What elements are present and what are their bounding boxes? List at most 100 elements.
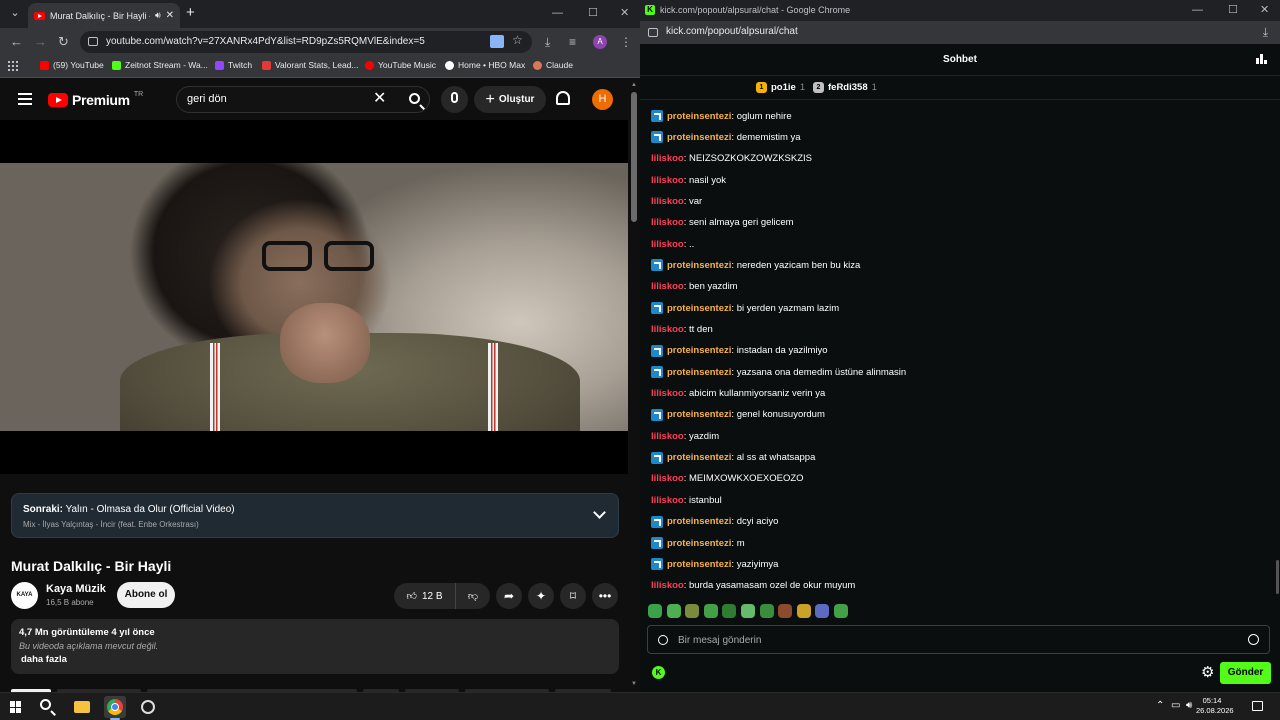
minimize-icon[interactable]: — xyxy=(552,4,563,22)
chat-username[interactable]: liliskoo xyxy=(651,473,684,484)
emote-icon[interactable] xyxy=(778,604,793,618)
system-clock[interactable]: 05:14 26.08.2026 xyxy=(1196,696,1234,716)
bookmark-item[interactable]: (59) YouTube xyxy=(40,60,104,70)
kick-points-icon[interactable]: K xyxy=(652,666,665,679)
chat-username[interactable]: proteinsentezi xyxy=(667,303,731,314)
windows-start-icon[interactable] xyxy=(10,701,22,713)
more-actions-button[interactable]: ••• xyxy=(592,583,618,609)
close-window-icon[interactable]: ✕ xyxy=(1260,1,1269,19)
bookmark-item[interactable]: Claude xyxy=(533,60,573,70)
install-app-icon[interactable] xyxy=(490,35,504,48)
kick-address-bar[interactable]: kick.com/popout/alpsural/chat ⤓ xyxy=(640,21,1280,44)
page-scrollbar[interactable]: ▲ ▼ xyxy=(628,80,640,692)
chat-username[interactable]: proteinsentezi xyxy=(667,367,731,378)
youtube-premium-logo[interactable]: Premium TR xyxy=(48,91,143,108)
like-button[interactable]: 👍︎ 12 B xyxy=(394,583,456,609)
chat-username[interactable]: liliskoo xyxy=(651,324,684,335)
apps-grid-icon[interactable] xyxy=(8,61,18,71)
bookmark-item[interactable]: Zeitnot Stream - Wa... xyxy=(112,60,208,70)
site-info-icon[interactable] xyxy=(88,37,98,46)
search-button[interactable] xyxy=(401,87,431,112)
voice-search-button[interactable] xyxy=(441,86,468,113)
account-avatar[interactable]: H xyxy=(592,89,613,110)
tab-search-chevron-icon[interactable]: ⌄ xyxy=(6,4,24,22)
new-tab-button[interactable]: + xyxy=(186,4,195,22)
close-window-icon[interactable]: ✕ xyxy=(620,4,629,22)
up-next-card[interactable]: Sonraki: Yalın - Olmasa da Olur (Officia… xyxy=(11,493,619,538)
emote-icon[interactable] xyxy=(648,604,662,618)
bookmark-item[interactable]: Twitch xyxy=(215,60,252,70)
address-bar[interactable]: youtube.com/watch?v=27XANRx4PdY&list=RD9… xyxy=(80,31,532,53)
chat-username[interactable]: liliskoo xyxy=(651,495,684,506)
bookmark-star-icon[interactable]: ☆ xyxy=(512,33,523,47)
chat-username[interactable]: proteinsentezi xyxy=(667,452,731,463)
chat-username[interactable]: proteinsentezi xyxy=(667,538,731,549)
maximize-icon[interactable]: ☐ xyxy=(588,4,598,22)
notifications-bell-icon[interactable] xyxy=(556,91,570,105)
send-button[interactable]: Gönder xyxy=(1220,662,1271,684)
download-icon[interactable]: ⤓ xyxy=(545,34,550,50)
subscribe-button[interactable]: Abone ol xyxy=(117,582,175,608)
clear-search-icon[interactable]: ✕ xyxy=(373,90,386,108)
leaderboard-entry[interactable]: 1 po1ie 1 xyxy=(756,82,805,93)
tray-chevron-icon[interactable]: ⌃ xyxy=(1156,700,1164,712)
video-player[interactable] xyxy=(0,120,628,474)
volume-icon[interactable]: 🔊︎ xyxy=(1186,700,1192,712)
maximize-icon[interactable]: ☐ xyxy=(1228,1,1238,19)
file-explorer-button[interactable] xyxy=(71,696,93,718)
emote-icon[interactable] xyxy=(685,604,700,618)
tab-youtube[interactable]: Murat Dalkılıç - Bir Hayli - Y 🔊︎ ✕ xyxy=(28,3,180,28)
download-icon[interactable]: ⤓ xyxy=(1263,25,1268,40)
description-box[interactable]: 4,7 Mn görüntüleme 4 yıl önce Bu videoda… xyxy=(11,619,619,674)
chat-message-input[interactable] xyxy=(678,632,1238,648)
ask-ai-button[interactable]: ✦ xyxy=(528,583,554,609)
scroll-down-icon[interactable]: ▼ xyxy=(631,681,637,687)
obs-taskbar-button[interactable] xyxy=(137,696,159,718)
tab-close-icon[interactable]: ✕ xyxy=(166,10,174,21)
chat-username[interactable]: liliskoo xyxy=(651,217,684,228)
scroll-up-icon[interactable]: ▲ xyxy=(631,82,637,88)
chat-username[interactable]: liliskoo xyxy=(651,196,684,207)
bookmark-item[interactable]: Home • HBO Max xyxy=(445,60,525,70)
settings-gear-icon[interactable]: ⚙ xyxy=(1201,665,1214,680)
save-button[interactable]: ⌑ xyxy=(560,583,586,609)
bookmark-item[interactable]: Valorant Stats, Lead... xyxy=(262,60,358,70)
create-button[interactable]: + Oluştur xyxy=(474,86,546,113)
chat-username[interactable]: proteinsentezi xyxy=(667,345,731,356)
emoji-picker-icon[interactable] xyxy=(1248,634,1259,645)
chat-username[interactable]: proteinsentezi xyxy=(667,559,731,570)
menu-kebab-icon[interactable]: ⋮ xyxy=(620,34,632,50)
minimize-icon[interactable]: — xyxy=(1192,1,1203,19)
chevron-down-icon[interactable] xyxy=(593,506,606,519)
forward-icon[interactable]: → xyxy=(34,33,47,51)
chat-username[interactable]: proteinsentezi xyxy=(667,111,731,122)
search-input[interactable]: geri dön ✕ xyxy=(176,86,430,113)
hamburger-menu-icon[interactable] xyxy=(18,93,32,105)
profile-avatar[interactable]: A xyxy=(593,35,607,49)
chat-username[interactable]: liliskoo xyxy=(651,388,684,399)
emote-icon[interactable] xyxy=(796,604,811,618)
emote-icon[interactable] xyxy=(815,604,830,618)
media-controls-icon[interactable]: ≡ xyxy=(569,34,576,50)
speaker-icon[interactable]: 🔊︎ xyxy=(155,10,161,21)
chrome-taskbar-button[interactable] xyxy=(104,696,126,720)
chat-input-box[interactable] xyxy=(647,625,1270,654)
bookmark-item[interactable]: YouTube Music xyxy=(365,60,436,70)
emote-icon[interactable] xyxy=(741,604,755,618)
chat-username[interactable]: proteinsentezi xyxy=(667,260,731,271)
chat-username[interactable]: liliskoo xyxy=(651,153,684,164)
chat-username[interactable]: liliskoo xyxy=(651,580,684,591)
share-button[interactable]: ➦ xyxy=(496,583,522,609)
emote-icon[interactable] xyxy=(722,604,737,618)
chat-username[interactable]: proteinsentezi xyxy=(667,132,731,143)
leaderboard-entry[interactable]: 2 feRdi358 1 xyxy=(813,82,877,93)
emote-icon[interactable] xyxy=(703,604,718,618)
emote-icon[interactable] xyxy=(759,604,774,618)
dislike-button[interactable]: 👎︎ xyxy=(456,583,490,609)
chat-username[interactable]: liliskoo xyxy=(651,239,684,250)
notification-center-icon[interactable] xyxy=(1252,701,1263,711)
chat-username[interactable]: liliskoo xyxy=(651,431,684,442)
chat-scrollbar-thumb[interactable] xyxy=(1276,560,1279,594)
emote-icon[interactable] xyxy=(834,604,848,618)
emote-icon[interactable] xyxy=(666,604,681,618)
